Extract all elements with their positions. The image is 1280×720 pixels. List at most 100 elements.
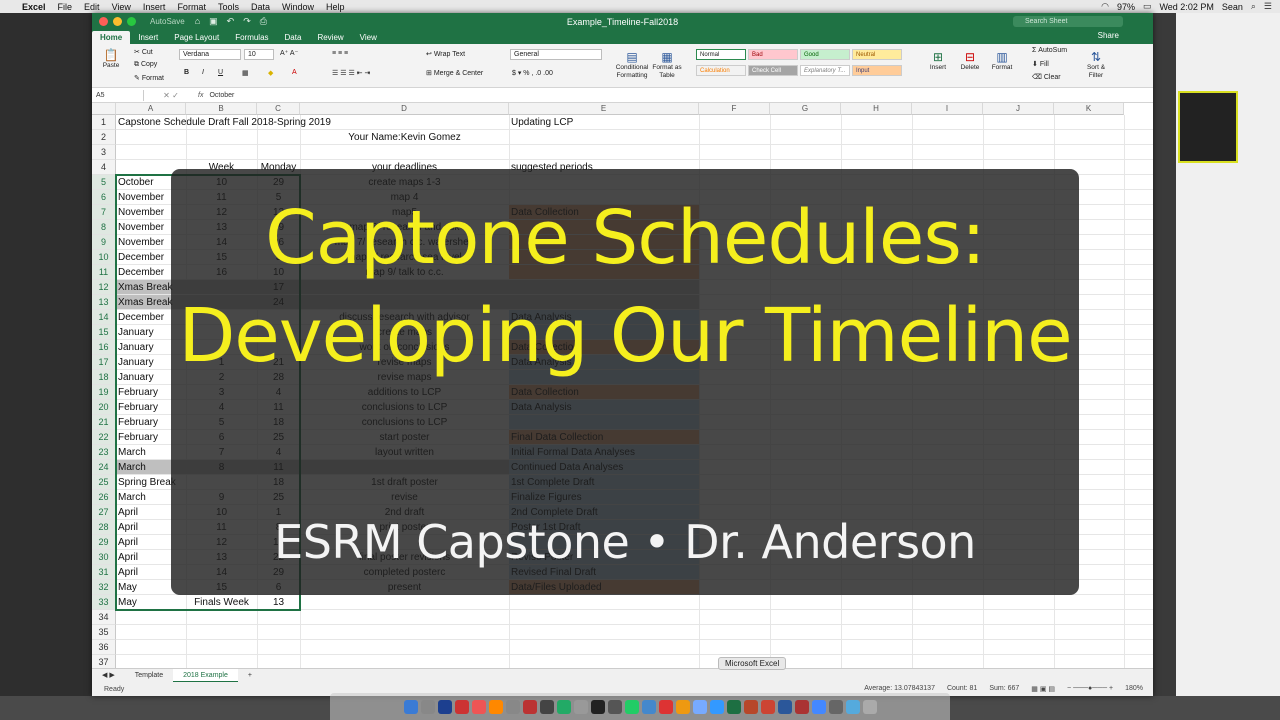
paste-button[interactable]: 📋 Paste [98,48,124,70]
dock-app-icon[interactable] [624,699,639,714]
dock-app-icon[interactable] [488,699,503,714]
font-color-icon[interactable]: A [292,69,297,76]
style-bad[interactable]: Bad [748,49,798,60]
menubar-clock[interactable]: Wed 2:02 PM [1159,2,1213,12]
dock-app-icon[interactable] [539,699,554,714]
style-check-cell[interactable]: Check Cell [748,65,798,76]
font-name-select[interactable]: Verdana [179,49,241,60]
column-header-e[interactable]: E [509,103,699,115]
fx-icon[interactable]: fx [198,92,203,99]
style-input[interactable]: Input [852,65,902,76]
column-header-i[interactable]: I [912,103,983,115]
row-header[interactable]: 34 [92,610,116,625]
style-calculation[interactable]: Calculation [696,65,746,76]
print-icon[interactable]: ⎙ [260,16,267,27]
menubar-user[interactable]: Sean [1222,2,1243,12]
row-header[interactable]: 10 [92,250,116,265]
row-header[interactable]: 12 [92,280,116,295]
row-header[interactable]: 2 [92,130,116,145]
menu-format[interactable]: Format [177,2,206,12]
align-left-icon[interactable]: ☰ ☰ ☰ ⇤ ⇥ [332,69,370,77]
minimize-window-button[interactable] [113,17,122,26]
menu-app[interactable]: Excel [22,2,46,12]
row-header[interactable]: 28 [92,520,116,535]
style-good[interactable]: Good [800,49,850,60]
sheet-tab-template[interactable]: Template [125,669,173,683]
row-header[interactable]: 9 [92,235,116,250]
battery-percent[interactable]: 97% [1117,2,1135,12]
formula-cancel-icon[interactable]: ✕ ✓ [144,91,198,100]
row-header[interactable]: 5 [92,175,116,190]
align-top-icon[interactable]: ≡ ≡ ≡ [332,50,348,57]
row-header[interactable]: 22 [92,430,116,445]
row-header[interactable]: 33 [92,595,116,610]
cut-button[interactable]: ✂ Cut [134,48,153,56]
currency-icon[interactable]: $ ▾ % , .0 .00 [512,69,553,77]
dock-app-icon[interactable] [573,699,588,714]
copy-button[interactable]: ⧉ Copy [134,61,157,69]
menu-help[interactable]: Help [326,2,345,12]
dock-app-icon[interactable] [794,699,809,714]
search-sheet-input[interactable]: Search Sheet [1013,16,1123,27]
fill-color-icon[interactable]: ◆ [268,69,273,77]
borders-icon[interactable]: ▦ [242,69,249,77]
column-header-f[interactable]: F [699,103,770,115]
bold-button[interactable]: B [184,69,189,76]
column-header-d[interactable]: D [300,103,509,115]
row-header[interactable]: 24 [92,460,116,475]
menu-tools[interactable]: Tools [218,2,239,12]
row-header[interactable]: 31 [92,565,116,580]
row-header[interactable]: 17 [92,355,116,370]
tab-review[interactable]: Review [309,31,351,44]
row-header[interactable]: 32 [92,580,116,595]
format-as-table-button[interactable]: ▦ Format as Table [652,50,682,80]
number-format-select[interactable]: General [510,49,602,60]
redo-icon[interactable]: ↷ [243,16,251,27]
sheet-tab-2018-example[interactable]: 2018 Example [173,668,238,683]
row-header[interactable]: 26 [92,490,116,505]
tab-home[interactable]: Home [92,31,131,44]
home-icon[interactable]: ⌂ [195,16,200,27]
zoom-slider[interactable]: − ───●─── + [1067,685,1113,693]
font-size-select[interactable]: 10 [244,49,274,60]
row-header[interactable]: 8 [92,220,116,235]
zoom-window-button[interactable] [127,17,136,26]
battery-icon[interactable]: ▭ [1143,1,1152,12]
row-header[interactable]: 15 [92,325,116,340]
dock-app-icon[interactable] [454,699,469,714]
column-header-b[interactable]: B [186,103,257,115]
sort-filter-button[interactable]: ⇅ Sort & Filter [1080,50,1112,80]
cell-a1[interactable]: Capstone Schedule Draft Fall 2018-Spring… [116,115,509,130]
cell-e1[interactable]: Updating LCP [509,115,699,130]
excel-dock-icon[interactable] [726,699,741,714]
column-header-c[interactable]: C [257,103,300,115]
column-header-j[interactable]: J [983,103,1054,115]
tab-formulas[interactable]: Formulas [227,31,276,44]
name-box[interactable]: A5 [96,89,144,101]
merge-center-button[interactable]: ⊞ Merge & Center [426,69,483,77]
row-header[interactable]: 23 [92,445,116,460]
menu-window[interactable]: Window [282,2,314,12]
zoom-level[interactable]: 180% [1125,685,1143,693]
row-header[interactable]: 11 [92,265,116,280]
dock-app-icon[interactable] [692,699,707,714]
tab-view[interactable]: View [352,31,385,44]
dock-app-icon[interactable] [420,699,435,714]
dock-app-icon[interactable] [522,699,537,714]
row-header[interactable]: 6 [92,190,116,205]
insert-cells-button[interactable]: ⊞ Insert [924,50,952,72]
row-header[interactable]: 4 [92,160,116,175]
row-header[interactable]: 20 [92,400,116,415]
menu-data[interactable]: Data [251,2,270,12]
column-header-g[interactable]: G [770,103,841,115]
row-header[interactable]: 19 [92,385,116,400]
close-window-button[interactable] [99,17,108,26]
notification-icon[interactable]: ☰ [1264,1,1272,12]
dock-app-icon[interactable] [743,699,758,714]
underline-button[interactable]: U [218,69,223,76]
undo-icon[interactable]: ↶ [227,16,235,27]
formula-content[interactable]: October [209,92,234,99]
row-header[interactable]: 14 [92,310,116,325]
dock-app-icon[interactable] [505,699,520,714]
row-header[interactable]: 27 [92,505,116,520]
